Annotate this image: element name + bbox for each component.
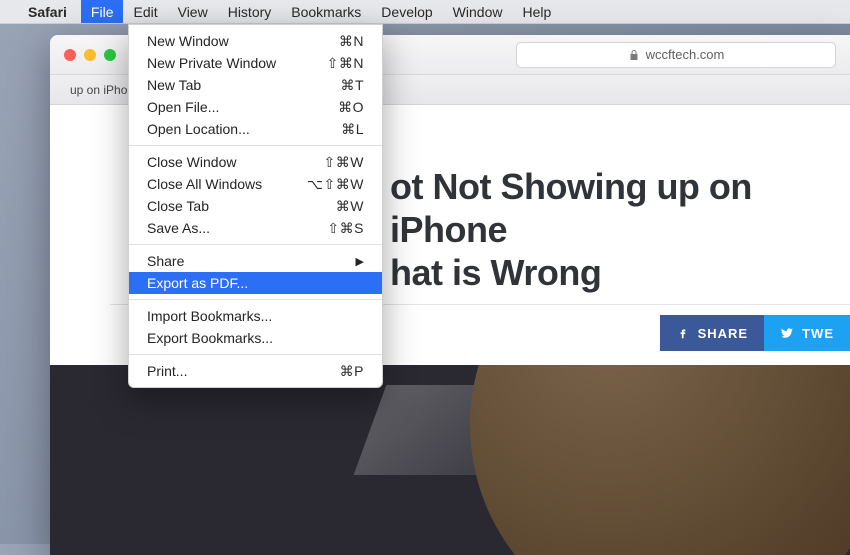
share-label: SHARE [698,326,749,341]
menu-item-export-as-pdf[interactable]: Export as PDF... [129,272,382,294]
article-headline: ot Not Showing up on iPhone hat is Wrong [390,165,840,295]
share-facebook-button[interactable]: SHARE [660,315,765,351]
menu-separator [129,299,382,300]
twitter-icon [780,326,794,340]
lock-icon [628,49,640,61]
app-name[interactable]: Safari [28,4,67,20]
menu-edit[interactable]: Edit [123,0,167,23]
menu-bookmarks[interactable]: Bookmarks [281,0,371,23]
menu-separator [129,244,382,245]
minimize-window-button[interactable] [84,49,96,61]
menu-item-close-tab[interactable]: Close Tab⌘W [129,195,382,217]
menu-item-print[interactable]: Print...⌘P [129,360,382,382]
menu-develop[interactable]: Develop [371,0,442,23]
menu-item-new-tab[interactable]: New Tab⌘T [129,74,382,96]
headline-line-1: ot Not Showing up on iPhone [390,166,752,250]
menu-item-close-all-windows[interactable]: Close All Windows⌥⇧⌘W [129,173,382,195]
menu-item-share[interactable]: Share▶ [129,250,382,272]
share-twitter-button[interactable]: TWE [764,315,850,351]
file-menu-dropdown: New Window⌘N New Private Window⇧⌘N New T… [128,24,383,388]
menu-item-new-window[interactable]: New Window⌘N [129,30,382,52]
menu-separator [129,354,382,355]
menubar: Safari File Edit View History Bookmarks … [0,0,850,24]
share-bar: SHARE TWE [660,315,850,351]
tweet-label: TWE [802,326,834,341]
menu-file[interactable]: File [81,0,124,23]
menu-help[interactable]: Help [512,0,561,23]
menu-window[interactable]: Window [443,0,513,23]
menu-item-open-file[interactable]: Open File...⌘O [129,96,382,118]
headline-line-2: hat is Wrong [390,252,601,293]
close-window-button[interactable] [64,49,76,61]
address-domain: wccftech.com [646,47,725,62]
menu-item-open-location[interactable]: Open Location...⌘L [129,118,382,140]
zoom-window-button[interactable] [104,49,116,61]
menu-separator [129,145,382,146]
menu-item-new-private-window[interactable]: New Private Window⇧⌘N [129,52,382,74]
sidebar-toggle-button[interactable] [416,42,446,68]
submenu-arrow-icon: ▶ [356,255,364,268]
menu-history[interactable]: History [218,0,282,23]
traffic-lights [64,49,116,61]
menu-item-close-window[interactable]: Close Window⇧⌘W [129,151,382,173]
address-bar[interactable]: wccftech.com [516,42,836,68]
menu-item-import-bookmarks[interactable]: Import Bookmarks... [129,305,382,327]
facebook-icon [676,326,690,340]
article-hero-image [50,365,850,555]
menu-item-export-bookmarks[interactable]: Export Bookmarks... [129,327,382,349]
menu-item-save-as[interactable]: Save As...⇧⌘S [129,217,382,239]
menu-view[interactable]: View [168,0,218,23]
